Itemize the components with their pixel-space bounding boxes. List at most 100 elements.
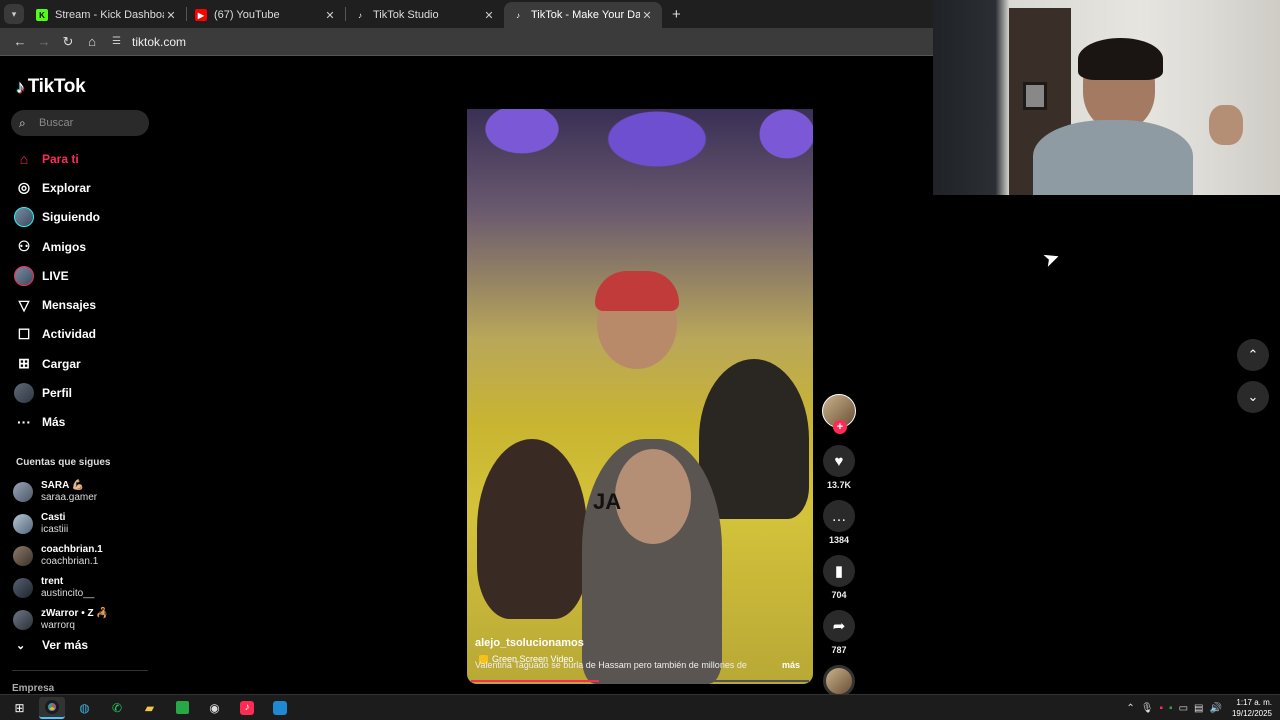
tab-tiktok-main[interactable]: ♪ TikTok - Make Your Day ✕ <box>504 2 662 28</box>
video-progress-bar[interactable] <box>471 680 809 682</box>
tab-title: Stream - Kick Dashboard <box>55 9 164 21</box>
tiktok-logo[interactable]: ♪ TikTok <box>16 76 86 98</box>
nav-actividad[interactable]: ☐ Actividad <box>14 320 100 349</box>
profile-avatar-icon <box>14 383 34 404</box>
kick-icon: K <box>36 9 48 21</box>
previous-video-button[interactable]: ⌃ <box>1237 339 1269 371</box>
nav-para-ti[interactable]: ⌂ Para ti <box>14 144 100 173</box>
network-icon[interactable]: ▤ <box>1194 703 1203 714</box>
close-icon[interactable]: ✕ <box>164 9 178 22</box>
heart-icon[interactable]: ♥ <box>823 445 855 477</box>
chevron-down-icon: ⌄ <box>16 639 26 652</box>
close-icon[interactable]: ✕ <box>482 9 496 22</box>
next-video-button[interactable]: ⌄ <box>1237 381 1269 413</box>
tiktok-icon: ♪ <box>358 10 362 20</box>
search-box[interactable]: ⌕ <box>11 110 149 136</box>
video-figure <box>595 271 679 311</box>
site-info-icon[interactable]: ☰ <box>112 36 126 47</box>
store-icon[interactable] <box>169 697 195 719</box>
footer-section-empresa[interactable]: Empresa <box>12 683 54 694</box>
author-avatar[interactable]: + <box>822 394 856 434</box>
chevron-up-icon[interactable]: ⌃ <box>1126 703 1134 714</box>
nav-mensajes[interactable]: ▽ Mensajes <box>14 290 100 319</box>
tab-title: TikTok - Make Your Day <box>531 9 640 21</box>
following-item[interactable]: coachbrian.1 coachbrian.1 <box>13 540 109 572</box>
following-list: SARA 💪🏼 saraa.gamer Casti icastiii coach… <box>13 476 109 636</box>
video-progress-fill <box>471 680 600 682</box>
nav-label: LIVE <box>42 268 69 283</box>
app-icon[interactable] <box>267 697 293 719</box>
main-nav: ⌂ Para ti ◎ Explorar Siguiendo ⚇ Amigos … <box>14 144 100 437</box>
webcam-person <box>1209 105 1243 145</box>
live-avatar-icon <box>14 265 34 286</box>
start-icon[interactable]: ⊞ <box>7 697 33 719</box>
app-tray-icon[interactable]: ▭ <box>1179 703 1188 714</box>
nav-siguiendo[interactable]: Siguiendo <box>14 203 100 232</box>
close-icon[interactable]: ✕ <box>640 9 654 22</box>
following-username: saraa.gamer <box>41 492 98 503</box>
share-icon[interactable]: ➦ <box>823 610 855 642</box>
webcam-person <box>1078 38 1163 80</box>
save-action: ▮ 704 <box>822 555 856 604</box>
bookmark-icon[interactable]: ▮ <box>823 555 855 587</box>
system-tray: ⌃ 🎙 ▪ ▪ ▭ ▤ 🔊 1:17 a. m. 19/12/2025 <box>1120 695 1272 720</box>
follow-plus-icon[interactable]: + <box>833 420 847 434</box>
clock[interactable]: 1:17 a. m. 19/12/2025 <box>1232 697 1272 719</box>
see-more-button[interactable]: ⌄ Ver más <box>16 638 88 652</box>
following-avatar-icon <box>14 207 34 228</box>
forward-arrow-icon[interactable]: → <box>32 34 56 49</box>
following-username: austincito__ <box>41 588 95 599</box>
following-item[interactable]: trent austincito__ <box>13 572 109 604</box>
video-author[interactable]: alejo_tsolucionamos <box>475 637 584 649</box>
back-arrow-icon[interactable]: ← <box>8 34 32 49</box>
comment-icon[interactable]: … <box>823 500 855 532</box>
tiktok-tray-icon[interactable]: ▪ <box>1160 703 1164 714</box>
tab-youtube[interactable]: ▶ (67) YouTube ✕ <box>187 2 345 28</box>
nav-label: Explorar <box>42 180 91 195</box>
tab-tiktok-studio[interactable]: ♪ TikTok Studio ✕ <box>346 2 504 28</box>
green-tray-icon[interactable]: ▪ <box>1169 703 1173 714</box>
search-icon: ⌕ <box>19 115 26 130</box>
following-name: SARA 💪🏼 <box>41 480 85 491</box>
nav-live[interactable]: LIVE <box>14 261 100 290</box>
nav-perfil[interactable]: Perfil <box>14 378 100 407</box>
nav-explorar[interactable]: ◎ Explorar <box>14 173 100 202</box>
search-input[interactable] <box>39 117 139 129</box>
video-actions: + ♥ 13.7K … 1384 ▮ 704 ➦ 787 <box>822 394 856 697</box>
following-item[interactable]: SARA 💪🏼 saraa.gamer <box>13 476 109 508</box>
music-disc-icon[interactable] <box>823 665 855 697</box>
tab-kick-dashboard[interactable]: K Stream - Kick Dashboard ✕ <box>28 2 186 28</box>
webcam-overlay <box>933 0 1280 195</box>
chrome-icon[interactable] <box>39 696 65 719</box>
nav-mas[interactable]: ··· Más <box>14 408 100 437</box>
video-content[interactable]: JA Green Screen Video <box>467 109 813 684</box>
whatsapp-icon[interactable]: ✆ <box>104 697 130 719</box>
nav-cargar[interactable]: ⊞ Cargar <box>14 349 100 378</box>
following-item[interactable]: zWarror • Z 🦂 warrorq <box>13 604 109 636</box>
edge-icon[interactable]: ◍ <box>72 697 98 719</box>
reload-icon[interactable]: ↻ <box>56 34 80 50</box>
home-icon[interactable]: ⌂ <box>80 34 104 49</box>
new-tab-button[interactable]: + <box>672 6 681 23</box>
following-item[interactable]: Casti icastiii <box>13 508 109 540</box>
nav-amigos[interactable]: ⚇ Amigos <box>14 232 100 261</box>
like-count: 13.7K <box>826 480 852 490</box>
save-count: 704 <box>831 590 847 600</box>
screen: ▾ K Stream - Kick Dashboard ✕ ▶ (67) You… <box>0 0 1280 720</box>
close-icon[interactable]: ✕ <box>323 9 337 22</box>
tab-title: (67) YouTube <box>214 9 280 21</box>
share-action: ➦ 787 <box>822 610 856 659</box>
tab-search-button[interactable]: ▾ <box>4 4 24 24</box>
obs-icon[interactable]: ◉ <box>202 697 228 719</box>
following-name: zWarror • Z 🦂 <box>41 608 109 619</box>
chevron-down-icon: ⌄ <box>1247 389 1259 404</box>
following-username: warrorq <box>41 620 75 631</box>
video-player[interactable]: JA Green Screen Video alejo_tsolucionamo… <box>467 68 813 684</box>
file-explorer-icon[interactable]: ▰ <box>137 697 163 719</box>
description-more-button[interactable]: más <box>782 660 800 670</box>
speaker-icon[interactable]: 🔊 <box>1210 703 1222 714</box>
youtube-icon: ▶ <box>195 9 207 21</box>
url-field[interactable]: tiktok.com <box>132 35 186 49</box>
tiktok-app-icon[interactable]: ♪ <box>234 697 260 719</box>
microphone-icon[interactable]: 🎙 <box>1141 703 1154 714</box>
